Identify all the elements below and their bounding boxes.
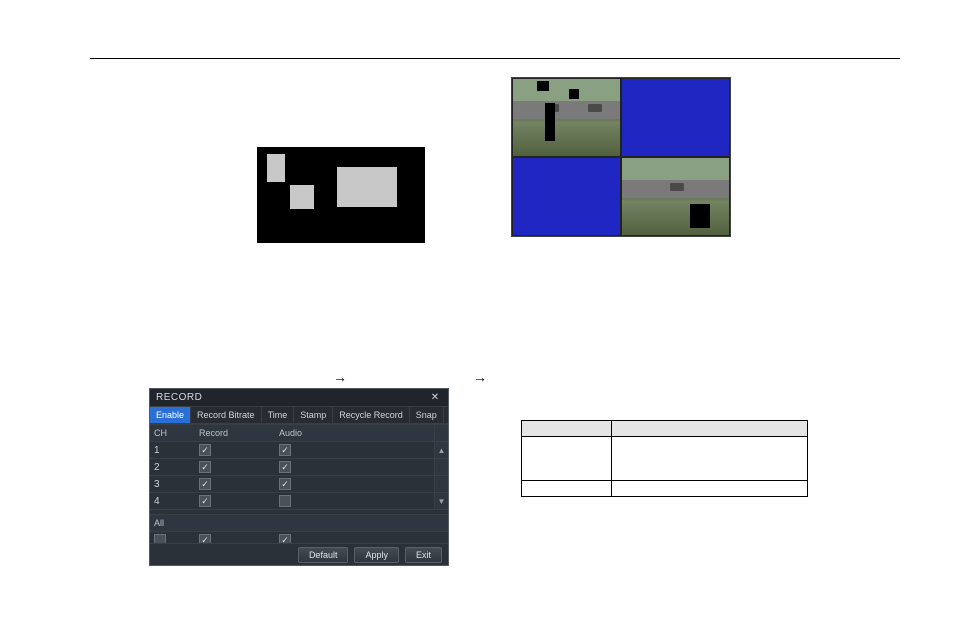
tab-snap[interactable]: Snap <box>410 407 444 423</box>
record-dialog: RECORD ✕ Enable Record Bitrate Time Stam… <box>149 388 449 566</box>
col-ch: CH <box>154 428 199 438</box>
close-icon[interactable]: ✕ <box>428 391 442 405</box>
col-record: Record <box>199 428 279 438</box>
mask-overlay <box>545 103 555 141</box>
table-row: 2 ✓ ✓ <box>150 459 448 476</box>
audio-checkbox[interactable] <box>279 495 291 507</box>
cell-ch: 4 <box>154 496 199 507</box>
tab-enable[interactable]: Enable <box>150 407 191 423</box>
mask-region <box>290 185 314 209</box>
camera-quad-preview <box>511 77 731 237</box>
all-label: All <box>154 518 199 528</box>
road-graphic <box>513 101 620 119</box>
record-checkbox[interactable]: ✓ <box>199 478 211 490</box>
audio-checkbox[interactable]: ✓ <box>279 461 291 473</box>
scrollbar-up[interactable]: ▲ <box>434 442 448 458</box>
chevron-down-icon: ▼ <box>438 497 446 506</box>
car-graphic <box>670 183 684 191</box>
record-checkbox[interactable]: ✓ <box>199 444 211 456</box>
car-graphic <box>588 104 602 112</box>
arrow-icon: → <box>473 369 487 385</box>
mask-region <box>337 167 397 207</box>
scrollbar-track[interactable] <box>434 459 448 475</box>
tab-time[interactable]: Time <box>262 407 295 423</box>
all-enable-checkbox[interactable] <box>154 534 166 543</box>
cell-ch: 1 <box>154 445 199 456</box>
dialog-footer: Default Apply Exit <box>150 543 448 565</box>
table-row: 1 ✓ ✓ ▲ <box>150 442 448 459</box>
camera-feed-ch2-no-signal <box>621 78 730 157</box>
tab-record-bitrate[interactable]: Record Bitrate <box>191 407 262 423</box>
all-row: ✓ ✓ <box>150 532 448 543</box>
camera-feed-ch3-no-signal <box>512 157 621 236</box>
record-checkbox[interactable]: ✓ <box>199 461 211 473</box>
camera-feed-ch1 <box>512 78 621 157</box>
all-section: All ✓ ✓ <box>150 514 448 543</box>
cell-ch: 3 <box>154 479 199 490</box>
parameter-table <box>521 420 808 497</box>
mask-overlay <box>569 89 579 99</box>
scrollbar-down[interactable]: ▼ <box>434 493 448 509</box>
mask-region <box>267 154 285 182</box>
arrow-icon: → <box>333 369 347 385</box>
meaning-cell <box>612 437 808 481</box>
mask-overlay <box>537 81 549 91</box>
table-row: 4 ✓ ▼ <box>150 493 448 510</box>
chevron-up-icon: ▲ <box>438 446 446 455</box>
default-button[interactable]: Default <box>298 547 349 563</box>
dialog-tabs: Enable Record Bitrate Time Stamp Recycle… <box>150 407 448 424</box>
table-row: 3 ✓ ✓ <box>150 476 448 493</box>
enable-table: CH Record Audio 1 ✓ ✓ ▲ 2 ✓ ✓ 3 ✓ ✓ <box>150 424 448 510</box>
exit-button[interactable]: Exit <box>405 547 442 563</box>
dialog-title: RECORD <box>156 392 202 403</box>
param-cell <box>522 481 612 497</box>
dialog-body: CH Record Audio 1 ✓ ✓ ▲ 2 ✓ ✓ 3 ✓ ✓ <box>150 424 448 543</box>
col-audio: Audio <box>279 428 434 438</box>
record-checkbox[interactable]: ✓ <box>199 495 211 507</box>
param-header <box>522 421 612 437</box>
scrollbar-head <box>434 425 448 441</box>
cell-ch: 2 <box>154 462 199 473</box>
param-cell <box>522 437 612 481</box>
tab-recycle-record[interactable]: Recycle Record <box>333 407 410 423</box>
scrollbar-track[interactable] <box>434 476 448 492</box>
dialog-titlebar: RECORD ✕ <box>150 389 448 407</box>
all-audio-checkbox[interactable]: ✓ <box>279 534 291 543</box>
audio-checkbox[interactable]: ✓ <box>279 478 291 490</box>
tab-stamp[interactable]: Stamp <box>294 407 333 423</box>
all-record-checkbox[interactable]: ✓ <box>199 534 211 543</box>
meaning-cell <box>612 481 808 497</box>
meaning-header <box>612 421 808 437</box>
camera-feed-ch4 <box>621 157 730 236</box>
all-header: All <box>150 515 448 532</box>
audio-checkbox[interactable]: ✓ <box>279 444 291 456</box>
apply-button[interactable]: Apply <box>354 547 399 563</box>
horizontal-rule <box>90 58 900 59</box>
mask-overlay <box>690 204 710 228</box>
privacy-mask-diagram <box>257 147 425 243</box>
table-header: CH Record Audio <box>150 425 448 442</box>
